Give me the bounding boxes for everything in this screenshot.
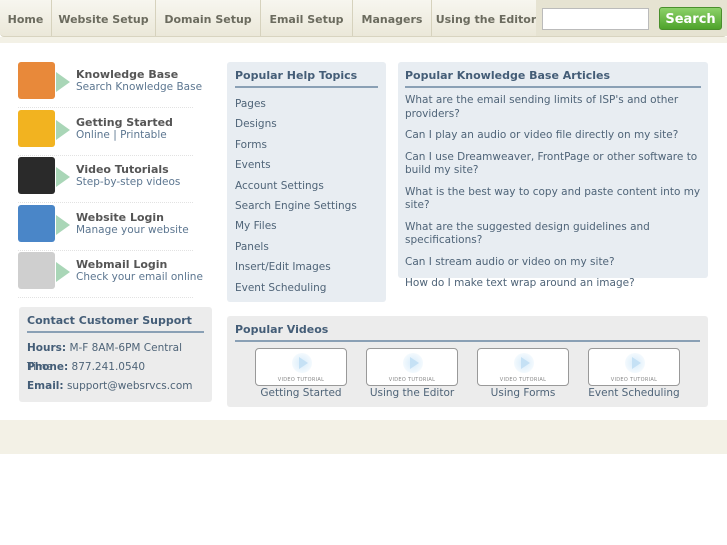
top-nav: Home Website Setup Domain Setup Email Se… xyxy=(0,0,727,37)
popular-help-topics-panel: Popular Help Topics Pages Designs Forms Eve… xyxy=(227,62,386,302)
video-film-icon xyxy=(18,157,55,194)
quicklink-subtitle[interactable]: Step-by-step videos xyxy=(76,176,180,188)
nav-band xyxy=(0,37,727,43)
video-item[interactable]: VIDEO TUTORIAL Getting Started xyxy=(255,348,347,399)
arrow-icon xyxy=(56,167,70,187)
thumb-label: VIDEO TUTORIAL xyxy=(499,377,547,383)
contact-support-panel: Contact Customer Support Hours: M-F 8AM-… xyxy=(19,307,212,402)
email-value[interactable]: support@websrvcs.com xyxy=(67,380,193,392)
videos-title: Popular Videos xyxy=(235,323,700,342)
topic-link[interactable]: Designs xyxy=(235,114,378,134)
video-thumbnail[interactable]: VIDEO TUTORIAL xyxy=(588,348,680,386)
quicklink-subtitle[interactable]: Search Knowledge Base xyxy=(76,81,202,93)
nav-domain-setup[interactable]: Domain Setup xyxy=(156,0,261,36)
topic-link[interactable]: Events xyxy=(235,155,378,175)
topic-link[interactable]: Account Settings xyxy=(235,176,378,196)
nav-using-the-editor[interactable]: Using the Editor xyxy=(432,0,540,36)
video-item[interactable]: VIDEO TUTORIAL Using Forms xyxy=(477,348,569,399)
video-thumbnail[interactable]: VIDEO TUTORIAL xyxy=(366,348,458,386)
arrow-icon xyxy=(56,119,70,140)
arrow-icon xyxy=(56,214,70,235)
video-thumbnail[interactable]: VIDEO TUTORIAL xyxy=(477,348,569,386)
quicklink-subtitle[interactable]: Manage your website xyxy=(76,224,189,236)
quicklink-title[interactable]: Website Login xyxy=(76,211,164,224)
search-area: Search xyxy=(536,0,727,36)
nav-managers[interactable]: Managers xyxy=(353,0,432,36)
video-item[interactable]: VIDEO TUTORIAL Event Scheduling xyxy=(588,348,680,399)
globe-window-icon xyxy=(18,204,55,242)
popular-videos-panel: Popular Videos VIDEO TUTORIAL Getting Sta… xyxy=(227,316,708,407)
kb-article-link[interactable]: Can I play an audio or video file direct… xyxy=(405,129,701,143)
topic-link[interactable]: Pages xyxy=(235,94,378,114)
phone-value: 877.241.0540 xyxy=(71,361,146,373)
kb-article-link[interactable]: Can I stream audio or video on my site? xyxy=(405,256,701,270)
quicklink-item[interactable]: Video Tutorials Step-by-step videos xyxy=(18,157,193,203)
topics-title: Popular Help Topics xyxy=(235,69,378,88)
topic-link[interactable]: Forms xyxy=(235,135,378,155)
topic-link[interactable]: Event Scheduling xyxy=(235,278,378,298)
play-icon xyxy=(403,353,423,373)
video-title[interactable]: Using the Editor xyxy=(366,387,458,399)
video-item[interactable]: VIDEO TUTORIAL Using the Editor xyxy=(366,348,458,399)
quicklink-item[interactable]: Webmail Login Check your email online xyxy=(18,252,203,298)
quicklink-title[interactable]: Video Tutorials xyxy=(76,163,169,176)
video-title[interactable]: Using Forms xyxy=(477,387,569,399)
contact-title: Contact Customer Support xyxy=(27,314,204,333)
video-thumbnail[interactable]: VIDEO TUTORIAL xyxy=(255,348,347,386)
quicklink-title[interactable]: Getting Started xyxy=(76,116,173,129)
play-icon xyxy=(514,353,534,373)
quicklink-title[interactable]: Webmail Login xyxy=(76,258,167,271)
quicklink-item[interactable]: Website Login Manage your website xyxy=(18,204,193,251)
search-input[interactable] xyxy=(542,8,649,30)
play-icon xyxy=(292,353,312,373)
hours-label: Hours: xyxy=(27,342,67,354)
phone-label: Phone: xyxy=(27,361,69,373)
quicklink-subtitle[interactable]: Online | Printable xyxy=(76,129,167,141)
kb-article-link[interactable]: What are the suggested design guidelines… xyxy=(405,221,701,248)
kb-article-link[interactable]: What is the best way to copy and paste c… xyxy=(405,186,701,213)
search-button[interactable]: Search xyxy=(659,7,722,30)
thumb-label: VIDEO TUTORIAL xyxy=(610,377,658,383)
video-title[interactable]: Event Scheduling xyxy=(588,387,680,399)
thumb-label: VIDEO TUTORIAL xyxy=(388,377,436,383)
thumb-label: VIDEO TUTORIAL xyxy=(277,377,325,383)
kb-article-link[interactable]: How do I make text wrap around an image? xyxy=(405,277,701,291)
video-title[interactable]: Getting Started xyxy=(255,387,347,399)
topic-link[interactable]: Insert/Edit Images xyxy=(235,257,378,277)
kb-article-link[interactable]: Can I use Dreamweaver, FrontPage or othe… xyxy=(405,151,701,178)
topic-link[interactable]: Panels xyxy=(235,237,378,257)
play-icon xyxy=(625,353,645,373)
popular-kb-articles-panel: Popular Knowledge Base Articles What are… xyxy=(398,62,708,289)
envelope-icon xyxy=(18,252,55,289)
topic-link[interactable]: My Files xyxy=(235,216,378,236)
quicklink-item[interactable]: Getting Started Online | Printable xyxy=(18,109,193,156)
arrow-icon xyxy=(56,262,70,282)
quicklink-title[interactable]: Knowledge Base xyxy=(76,68,178,81)
nav-website-setup[interactable]: Website Setup xyxy=(52,0,156,36)
topic-link[interactable]: Search Engine Settings xyxy=(235,196,378,216)
nav-home[interactable]: Home xyxy=(0,0,52,36)
arrow-icon xyxy=(56,72,70,92)
kb-title: Popular Knowledge Base Articles xyxy=(405,69,701,88)
email-label: Email: xyxy=(27,380,64,392)
quicklink-subtitle[interactable]: Check your email online xyxy=(76,271,203,283)
info-icon xyxy=(18,62,55,99)
quicklink-item[interactable]: Knowledge Base Search Knowledge Base xyxy=(18,62,202,108)
nav-email-setup[interactable]: Email Setup xyxy=(261,0,353,36)
kb-article-link[interactable]: What are the email sending limits of ISP… xyxy=(405,94,701,121)
starburst-arrow-icon xyxy=(18,109,55,147)
footer-band xyxy=(0,420,727,454)
